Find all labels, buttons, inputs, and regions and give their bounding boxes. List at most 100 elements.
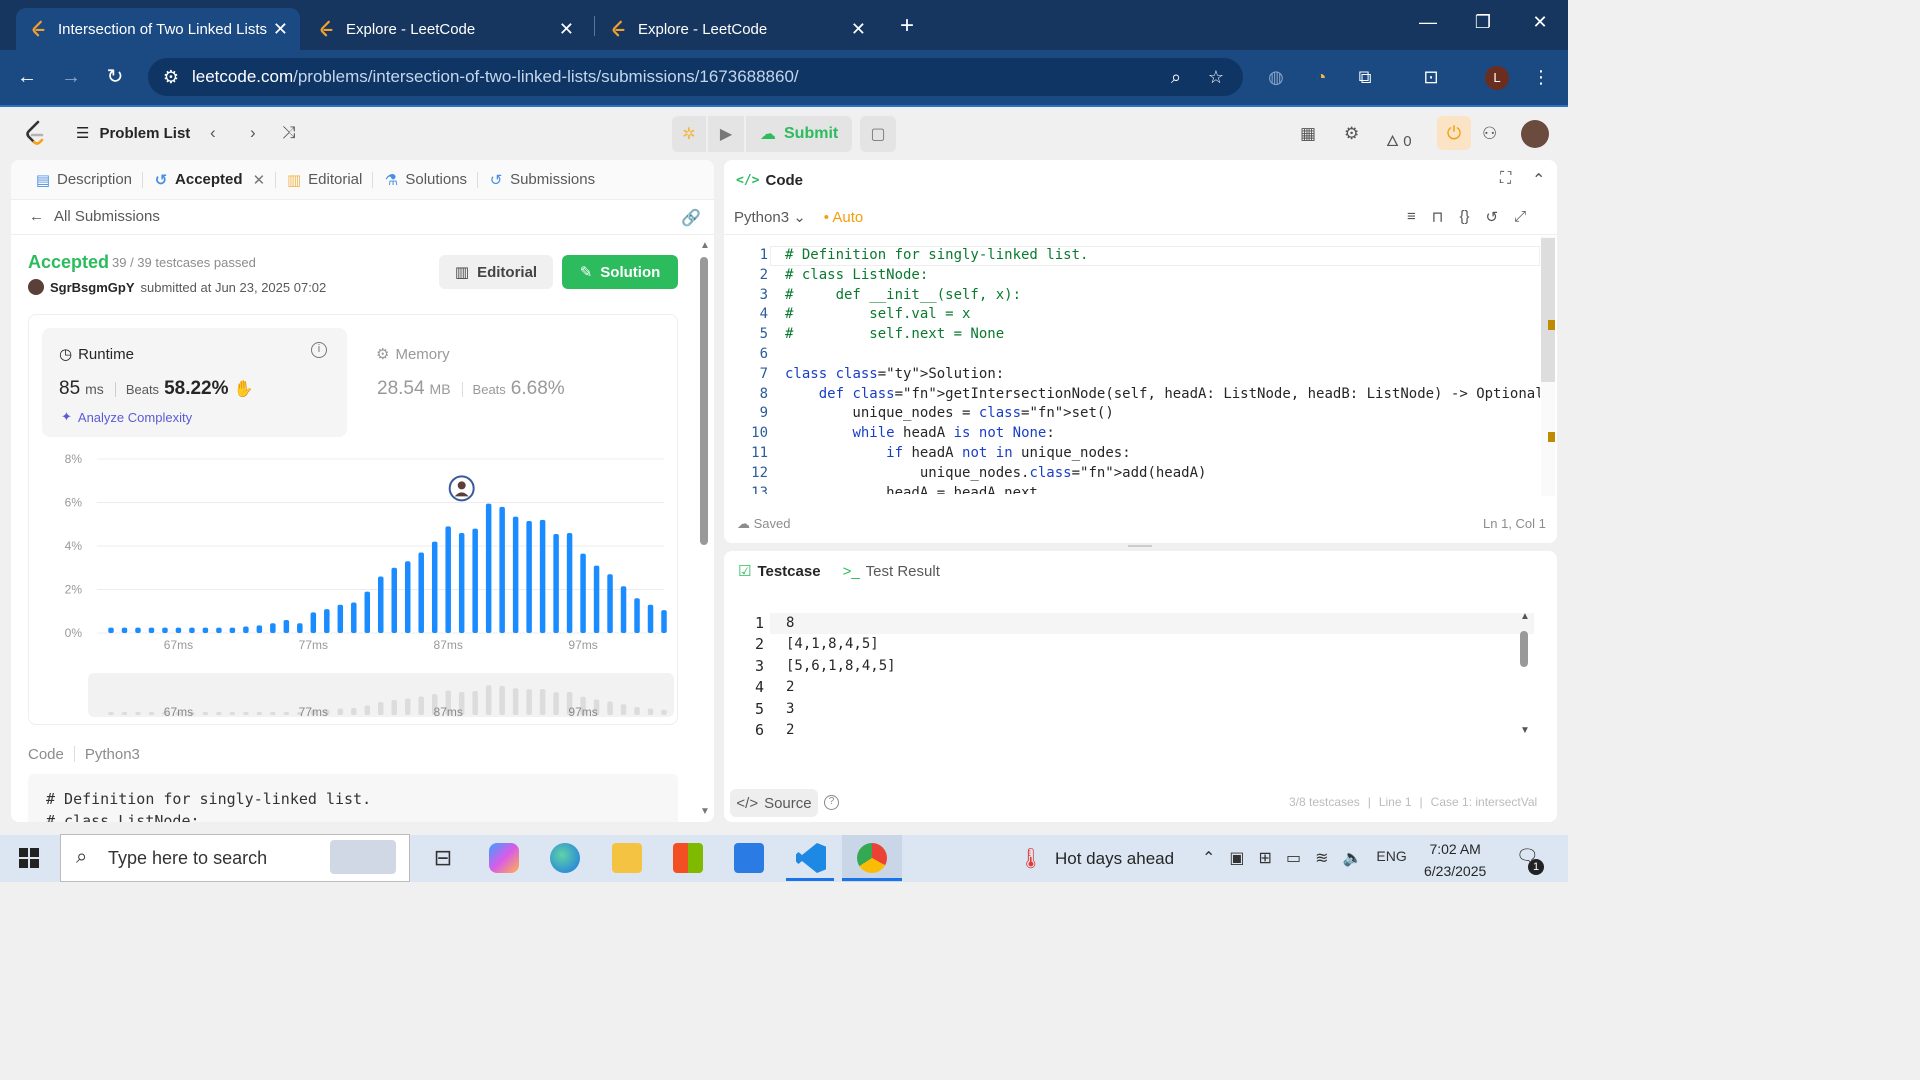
tab-description[interactable]: ▤ Description — [25, 160, 142, 200]
editor-scrollbar-thumb[interactable] — [1541, 238, 1555, 382]
collapse-icon[interactable]: ⌃ — [1532, 170, 1545, 190]
help-icon[interactable]: ? — [824, 795, 839, 810]
username[interactable]: SgrBsgmGpY — [50, 280, 135, 295]
browser-tab[interactable]: Explore - LeetCode ✕ — [304, 8, 586, 50]
extension-clock-icon[interactable]: ◔ — [1310, 66, 1332, 88]
info-icon[interactable]: i — [311, 342, 327, 358]
scroll-down-icon[interactable]: ▼ — [1520, 725, 1530, 736]
format-icon[interactable]: ≡ — [1407, 208, 1416, 226]
close-tab-icon[interactable]: ✕ — [273, 19, 288, 40]
task-view-icon[interactable]: ⊟ — [428, 843, 458, 873]
volume-icon[interactable]: 🔈 — [1342, 848, 1362, 868]
close-window-icon[interactable]: ✕ — [1525, 12, 1555, 33]
language-select[interactable]: Python3 ⌄ — [734, 208, 806, 226]
bookmark-icon[interactable]: ⊓ — [1432, 208, 1444, 226]
timer-icon[interactable]: ⏻ — [1437, 116, 1471, 150]
wifi-icon[interactable]: ≋ — [1315, 848, 1328, 868]
auto-mode[interactable]: • Auto — [824, 209, 863, 226]
close-tab-icon[interactable]: ✕ — [253, 171, 266, 189]
browser-tab[interactable]: Explore - LeetCode ✕ — [596, 8, 878, 50]
mail-icon[interactable] — [734, 843, 764, 873]
search-highlight-image[interactable] — [330, 840, 396, 874]
fullscreen-icon[interactable]: ⛶ — [1500, 170, 1511, 188]
user-avatar[interactable] — [28, 279, 44, 295]
site-info-icon[interactable]: ⚙ — [160, 66, 182, 88]
url-text[interactable]: leetcode.com/problems/intersection-of-tw… — [192, 67, 799, 87]
copilot-icon[interactable] — [489, 843, 519, 873]
resize-handle[interactable] — [1128, 545, 1152, 547]
scroll-down-icon[interactable]: ▼ — [700, 806, 710, 817]
notes-icon[interactable]: ▢ — [860, 116, 896, 152]
memory-label[interactable]: ⚙ Memory — [376, 345, 450, 364]
profile-avatar[interactable]: L — [1485, 66, 1509, 90]
overview-x-tick-label: 67ms — [164, 705, 193, 719]
microsoft-store-icon[interactable] — [673, 843, 703, 873]
edge-browser-icon[interactable] — [550, 843, 580, 873]
add-user-icon[interactable]: ⚇ — [1482, 124, 1497, 144]
battery-icon[interactable]: ▭ — [1286, 848, 1301, 868]
tab-testcase[interactable]: ☑ Testcase — [738, 562, 821, 581]
extension-globe-icon[interactable]: ◍ — [1265, 66, 1287, 88]
expand-icon[interactable]: ⤢ — [1514, 208, 1526, 226]
leetcode-logo-icon[interactable] — [24, 120, 46, 146]
browser-tab-active[interactable]: Intersection of Two Linked Lists ✕ — [16, 8, 300, 50]
tab-submissions[interactable]: ↺ Submissions — [478, 160, 605, 200]
close-tab-icon[interactable]: ✕ — [851, 19, 866, 40]
close-tab-icon[interactable]: ✕ — [559, 19, 574, 40]
minimize-icon[interactable]: — — [1413, 12, 1443, 33]
braces-icon[interactable]: {} — [1459, 208, 1469, 226]
shuffle-icon[interactable]: ⤨ — [282, 123, 296, 143]
weather-widget[interactable]: Hot days ahead — [1055, 849, 1174, 869]
streak-counter[interactable]: 🜂 0 — [1386, 124, 1412, 155]
tab-accepted[interactable]: ↺ Accepted ✕ — [143, 160, 275, 200]
tab-solutions[interactable]: ⚗ Solutions — [373, 160, 477, 200]
zoom-icon[interactable]: ⌕ — [1165, 66, 1187, 88]
next-problem-icon[interactable]: › — [250, 123, 256, 143]
new-tab-icon[interactable]: + — [896, 12, 918, 40]
solution-button[interactable]: ✎ Solution — [562, 255, 678, 289]
chrome-icon[interactable] — [857, 843, 887, 873]
browser-menu-icon[interactable]: ⋮ — [1530, 66, 1552, 88]
meet-icon[interactable]: ▣ — [1229, 848, 1244, 868]
scroll-up-icon[interactable]: ▲ — [700, 240, 710, 251]
file-explorer-icon[interactable] — [612, 843, 642, 873]
analyze-complexity-link[interactable]: ✦ Analyze Complexity — [61, 409, 192, 425]
overview-x-tick-label: 87ms — [434, 705, 463, 719]
reload-icon[interactable]: ↻ — [100, 62, 130, 92]
overview-x-tick-label: 77ms — [299, 705, 328, 719]
restore-icon[interactable]: ❐ — [1468, 12, 1498, 33]
tab-editorial[interactable]: ▥ Editorial — [276, 160, 372, 200]
display-icon[interactable]: ⊞ — [1259, 848, 1272, 868]
submit-button[interactable]: ☁ Submit — [746, 116, 853, 152]
forward-icon[interactable]: → — [56, 62, 86, 92]
code-editor[interactable]: 1 # Definition for singly-linked list. 2 # … — [724, 244, 1540, 494]
prev-problem-icon[interactable]: ‹ — [210, 123, 216, 143]
source-button[interactable]: </> Source — [730, 789, 818, 817]
debug-icon[interactable]: ✲ — [672, 116, 706, 152]
all-submissions-link[interactable]: ← All Submissions — [29, 208, 160, 225]
chevron-up-icon[interactable]: ⌃ — [1202, 848, 1215, 868]
testcase-scrollbar-thumb[interactable] — [1520, 631, 1528, 667]
layout-icon[interactable]: ▦ — [1300, 124, 1316, 144]
language-indicator[interactable]: ENG — [1376, 848, 1406, 868]
problem-list-button[interactable]: ☰ Problem List — [76, 124, 190, 143]
clock[interactable]: 7:02 AM 6/23/2025 — [1424, 838, 1486, 882]
bookmark-star-icon[interactable]: ☆ — [1205, 66, 1227, 88]
tab-title: Intersection of Two Linked Lists — [58, 20, 268, 38]
settings-gear-icon[interactable]: ⚙ — [1344, 124, 1359, 144]
windows-start-icon[interactable] — [19, 848, 39, 868]
user-avatar[interactable] — [1521, 120, 1549, 148]
left-scrollbar-thumb[interactable] — [700, 257, 708, 545]
extensions-puzzle-icon[interactable]: ⧉ — [1354, 66, 1376, 88]
scroll-up-icon[interactable]: ▲ — [1520, 611, 1530, 622]
run-icon[interactable]: ▶ — [708, 116, 744, 152]
tab-test-result[interactable]: >_ Test Result — [843, 563, 940, 580]
cast-icon[interactable]: ⊡ — [1420, 66, 1442, 88]
runtime-distribution-chart[interactable]: 8% 6% 4% 2% 0% 67ms 77ms 87ms 97ms 67ms 77ms 87ms 97… — [42, 445, 682, 822]
chart-bar — [499, 506, 505, 633]
back-icon[interactable]: ← — [12, 62, 42, 92]
editorial-button[interactable]: ▥ Editorial — [439, 255, 553, 289]
reset-icon[interactable]: ↺ — [1486, 208, 1499, 226]
share-link-icon[interactable]: 🔗 — [681, 208, 701, 228]
notification-badge: 1 — [1528, 859, 1544, 875]
